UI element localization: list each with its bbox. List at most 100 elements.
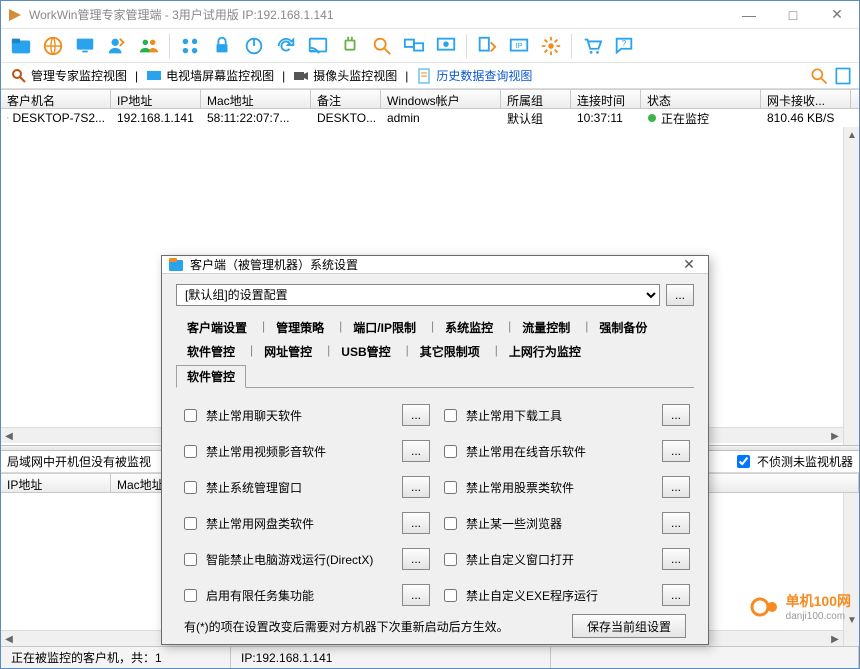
col-time[interactable]: 连接时间 xyxy=(571,90,641,108)
option-input[interactable] xyxy=(444,517,457,530)
col-net[interactable]: 网卡接收... xyxy=(761,90,851,108)
option-checkbox[interactable]: 禁止系统管理窗口 xyxy=(180,478,302,497)
option-more-button[interactable]: ... xyxy=(662,476,690,498)
option-input[interactable] xyxy=(444,589,457,602)
scroll-right-icon[interactable]: ▶ xyxy=(827,631,843,647)
view-history[interactable]: 历史数据查询视图 xyxy=(412,65,536,86)
scroll-up-icon[interactable]: ▲ xyxy=(844,127,860,143)
maximize-button[interactable]: □ xyxy=(771,1,815,28)
option-input[interactable] xyxy=(444,409,457,422)
option-input[interactable] xyxy=(184,517,197,530)
cart-icon[interactable] xyxy=(578,32,606,60)
user-tool-icon[interactable] xyxy=(103,32,131,60)
gear-icon[interactable] xyxy=(537,32,565,60)
option-checkbox[interactable]: 启用有限任务集功能 xyxy=(180,586,314,605)
option-more-button[interactable]: ... xyxy=(662,440,690,462)
scroll-left-icon[interactable]: ◀ xyxy=(1,631,17,647)
dialog-close-button[interactable]: ✕ xyxy=(676,256,702,273)
tab-url[interactable]: 网址管控 xyxy=(253,340,323,362)
option-input[interactable] xyxy=(184,589,197,602)
client-row[interactable]: DESKTOP-7S2... 192.168.1.141 58:11:22:07… xyxy=(1,109,859,127)
col-note[interactable]: 备注 xyxy=(311,90,381,108)
option-checkbox[interactable]: 禁止常用网盘类软件 xyxy=(180,514,314,533)
config-select[interactable]: [默认组]的设置配置 xyxy=(176,284,660,306)
folder-icon[interactable] xyxy=(7,32,35,60)
search-icon[interactable] xyxy=(368,32,396,60)
option-more-button[interactable]: ... xyxy=(662,512,690,534)
view-camera[interactable]: 摄像头监控视图 xyxy=(289,65,401,86)
lock-icon[interactable] xyxy=(208,32,236,60)
refresh-icon[interactable] xyxy=(272,32,300,60)
no-detect-input[interactable] xyxy=(737,455,750,468)
option-more-button[interactable]: ... xyxy=(662,404,690,426)
option-checkbox[interactable]: 禁止常用下载工具 xyxy=(440,406,562,425)
monitor-icon[interactable] xyxy=(71,32,99,60)
option-input[interactable] xyxy=(444,553,457,566)
tab-other[interactable]: 其它限制项 xyxy=(409,340,491,362)
option-input[interactable] xyxy=(184,409,197,422)
scrollbar-vertical[interactable]: ▲ ▼ xyxy=(843,127,859,646)
option-more-button[interactable]: ... xyxy=(402,404,430,426)
cast-icon[interactable] xyxy=(304,32,332,60)
scroll-right-icon[interactable]: ▶ xyxy=(827,428,843,444)
power-icon[interactable] xyxy=(240,32,268,60)
save-button[interactable]: 保存当前组设置 xyxy=(572,614,686,638)
tab-portip[interactable]: 端口/IP限制 xyxy=(342,316,427,338)
grid-icon[interactable] xyxy=(176,32,204,60)
lower-col-ip[interactable]: IP地址 xyxy=(1,474,111,492)
search-small-icon[interactable] xyxy=(809,66,829,86)
option-more-button[interactable]: ... xyxy=(402,512,430,534)
option-checkbox[interactable]: 禁止自定义窗口打开 xyxy=(440,550,574,569)
view-tvwall[interactable]: 电视墙屏幕监控视图 xyxy=(142,65,278,86)
tab-software[interactable]: 软件管控 xyxy=(176,340,246,362)
tab-usb[interactable]: USB管控 xyxy=(330,340,401,362)
view-monitor[interactable]: 管理专家监控视图 xyxy=(7,65,131,86)
chat-icon[interactable]: ? xyxy=(610,32,638,60)
option-checkbox[interactable]: 智能禁止电脑游戏运行(DirectX) xyxy=(180,550,373,569)
scroll-left-icon[interactable]: ◀ xyxy=(1,428,17,444)
tab-sysmon[interactable]: 系统监控 xyxy=(434,316,504,338)
col-status[interactable]: 状态 xyxy=(641,90,761,108)
option-checkbox[interactable]: 禁止常用股票类软件 xyxy=(440,478,574,497)
no-detect-checkbox[interactable]: 不侦测未监视机器 xyxy=(733,452,853,471)
note-icon[interactable] xyxy=(833,66,853,86)
col-name[interactable]: 客户机名 xyxy=(1,90,111,108)
option-checkbox[interactable]: 禁止常用在线音乐软件 xyxy=(440,442,586,461)
screens-icon[interactable] xyxy=(400,32,428,60)
config-more-button[interactable]: ... xyxy=(666,284,694,306)
option-more-button[interactable]: ... xyxy=(662,584,690,606)
option-more-button[interactable]: ... xyxy=(402,476,430,498)
option-input[interactable] xyxy=(184,445,197,458)
display-icon[interactable] xyxy=(432,32,460,60)
option-input[interactable] xyxy=(444,445,457,458)
users-icon[interactable] xyxy=(135,32,163,60)
option-more-button[interactable]: ... xyxy=(662,548,690,570)
close-button[interactable]: ✕ xyxy=(815,1,859,28)
tab-netbeh[interactable]: 上网行为监控 xyxy=(498,340,592,362)
minimize-button[interactable]: — xyxy=(727,1,771,28)
ip-icon[interactable]: IP xyxy=(505,32,533,60)
col-winuser[interactable]: Windows帐户 xyxy=(381,90,501,108)
option-checkbox[interactable]: 禁止自定义EXE程序运行 xyxy=(440,586,598,605)
col-group[interactable]: 所属组 xyxy=(501,90,571,108)
tab-software-active[interactable]: 软件管控 xyxy=(176,365,246,388)
remote-icon[interactable] xyxy=(473,32,501,60)
col-ip[interactable]: IP地址 xyxy=(111,90,201,108)
tab-policy[interactable]: 管理策略 xyxy=(265,316,335,338)
option-input[interactable] xyxy=(184,481,197,494)
option-checkbox[interactable]: 禁止某一些浏览器 xyxy=(440,514,562,533)
option-checkbox[interactable]: 禁止常用视频影音软件 xyxy=(180,442,326,461)
option-more-button[interactable]: ... xyxy=(402,548,430,570)
plug-icon[interactable] xyxy=(336,32,364,60)
tab-backup[interactable]: 强制备份 xyxy=(588,316,658,338)
globe-icon[interactable] xyxy=(39,32,67,60)
option-checkbox[interactable]: 禁止常用聊天软件 xyxy=(180,406,302,425)
option-input[interactable] xyxy=(444,481,457,494)
option-more-button[interactable]: ... xyxy=(402,584,430,606)
tab-traffic[interactable]: 流量控制 xyxy=(511,316,581,338)
option-more-button[interactable]: ... xyxy=(402,440,430,462)
col-mac[interactable]: Mac地址 xyxy=(201,90,311,108)
tab-row-2: 软件管控| 网址管控| USB管控| 其它限制项| 上网行为监控 xyxy=(176,338,694,362)
option-input[interactable] xyxy=(184,553,197,566)
tab-client[interactable]: 客户端设置 xyxy=(176,316,258,338)
